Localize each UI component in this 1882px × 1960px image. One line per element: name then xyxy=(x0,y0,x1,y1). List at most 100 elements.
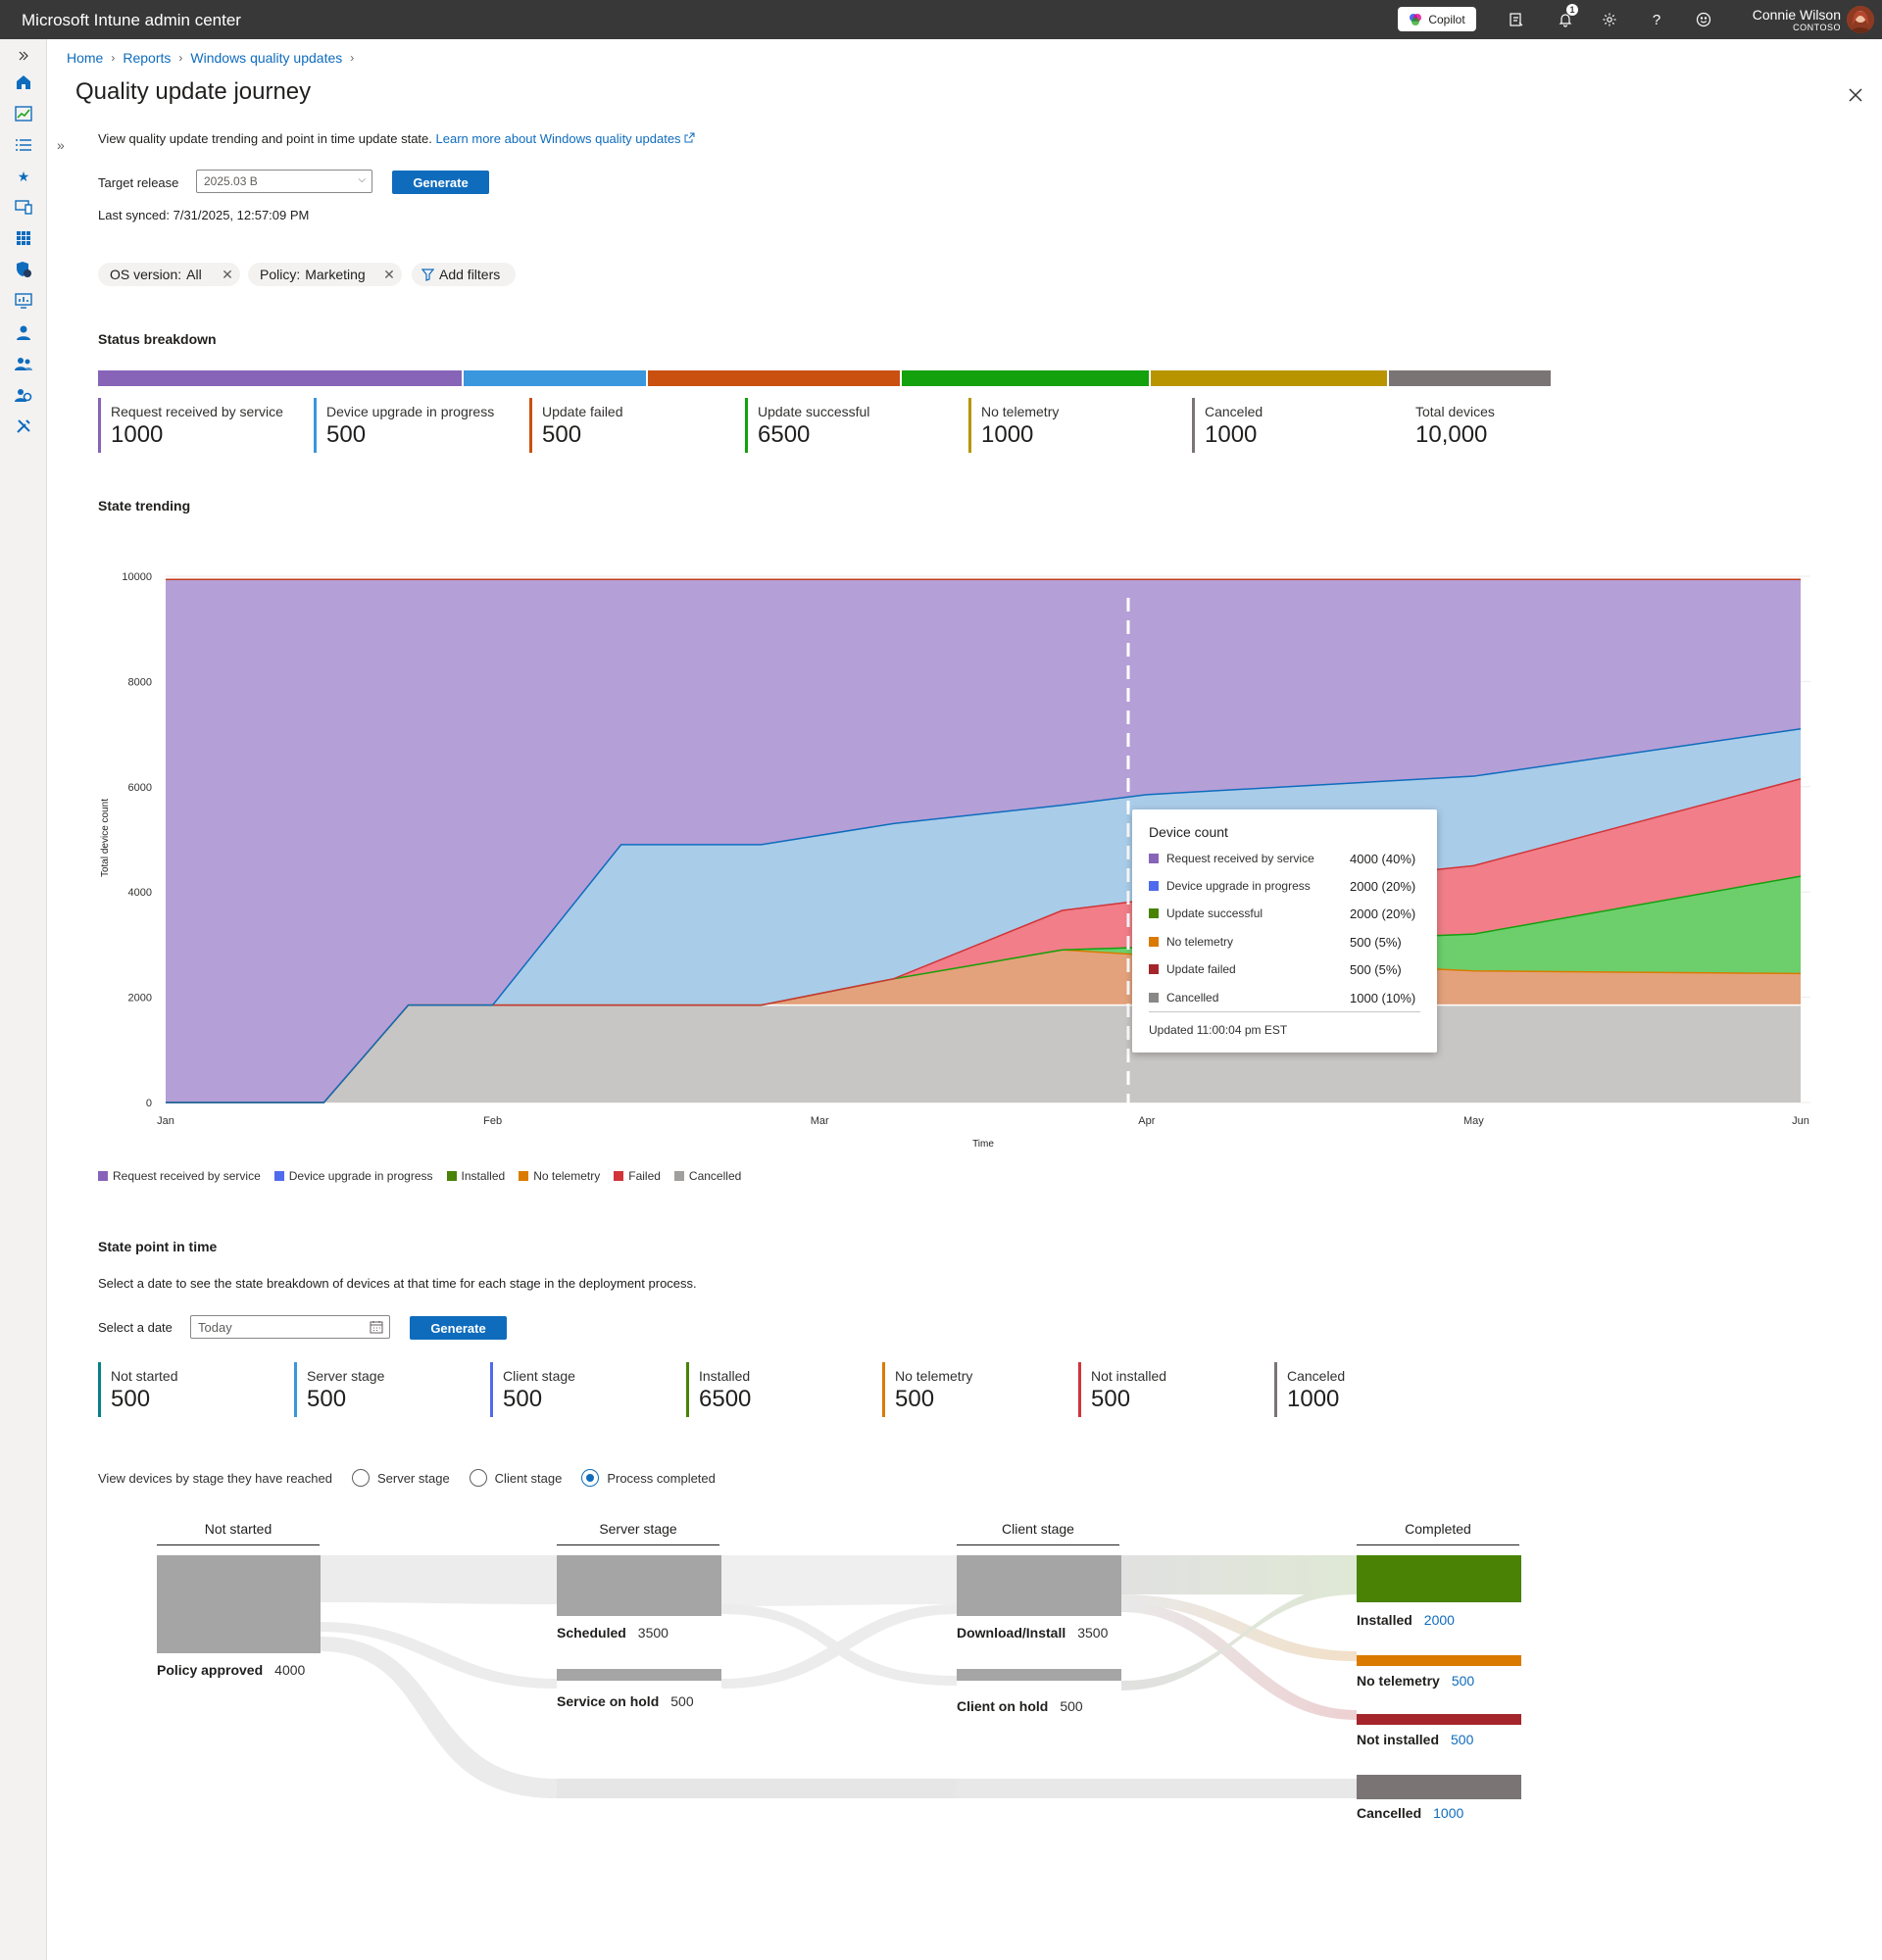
tenant-admin-icon[interactable] xyxy=(12,384,35,406)
tooltip-swatch xyxy=(1149,854,1159,863)
legend-label: Device upgrade in progress xyxy=(288,1169,433,1183)
close-icon[interactable] xyxy=(1845,84,1866,106)
groups-icon[interactable] xyxy=(12,353,35,374)
policy-filter-pill[interactable]: Policy: Marketing xyxy=(248,263,376,286)
reports-icon[interactable] xyxy=(12,290,35,312)
installed-count-link[interactable]: 2000 xyxy=(1424,1612,1455,1628)
home-icon[interactable] xyxy=(12,72,35,93)
area-series-cancelled[interactable] xyxy=(166,1004,1801,1102)
stat-upgrade-in-progress: Device upgrade in progress 500 xyxy=(314,398,494,453)
x-tick-label: Jan xyxy=(157,1115,174,1127)
pit-stat-not-started: Not started 500 xyxy=(98,1362,177,1417)
radio-client-stage[interactable]: Client stage xyxy=(469,1469,563,1487)
dashboard-icon[interactable] xyxy=(12,103,35,124)
remove-os-filter-icon[interactable]: ✕ xyxy=(215,263,240,286)
sankey-link-policy-to-scheduled xyxy=(321,1555,557,1604)
user-name[interactable]: Connie Wilson xyxy=(1725,7,1841,23)
sankey-label-not-installed: Not installed 500 xyxy=(1357,1732,1474,1747)
tooltip-value: 500 (5%) xyxy=(1350,934,1402,950)
settings-icon[interactable] xyxy=(1598,8,1621,31)
stat-label: No telemetry xyxy=(981,404,1060,419)
x-axis-label: Time xyxy=(972,1139,994,1150)
generate-button[interactable]: Generate xyxy=(392,171,489,194)
legend-item[interactable]: Installed xyxy=(446,1169,505,1183)
tooltip-footer: Updated 11:00:04 pm EST xyxy=(1149,1023,1288,1037)
tooltip-label: Device upgrade in progress xyxy=(1166,879,1311,893)
tooltip-label: Update successful xyxy=(1166,906,1263,920)
x-tick-label: Apr xyxy=(1138,1115,1155,1127)
favorites-icon[interactable]: ★ xyxy=(12,166,35,187)
breadcrumb: Home › Reports › Windows quality updates… xyxy=(67,50,354,66)
troubleshooting-icon[interactable] xyxy=(12,416,35,437)
sankey-node-scheduled[interactable] xyxy=(557,1555,721,1616)
sankey-node-no-telemetry[interactable] xyxy=(1357,1655,1521,1666)
breadcrumb-home[interactable]: Home xyxy=(67,50,103,66)
chart-tooltip: Device count Request received by service… xyxy=(1132,809,1437,1053)
date-picker-input[interactable]: Today xyxy=(190,1315,390,1339)
smiley-feedback-icon[interactable] xyxy=(1692,8,1715,31)
pit-stat-canceled: Canceled 1000 xyxy=(1274,1362,1345,1417)
tooltip-swatch xyxy=(1149,993,1159,1003)
cancelled-count-link[interactable]: 1000 xyxy=(1433,1805,1463,1821)
select-date-label: Select a date xyxy=(98,1320,173,1335)
sankey-node-client-on-hold[interactable] xyxy=(957,1669,1121,1681)
all-services-icon[interactable] xyxy=(12,134,35,156)
radio-process-completed[interactable]: Process completed xyxy=(581,1469,716,1487)
stat-label: Not installed xyxy=(1091,1368,1167,1384)
learn-more-link[interactable]: Learn more about Windows quality updates xyxy=(436,131,696,146)
os-version-filter-pill[interactable]: OS version: All xyxy=(98,263,215,286)
legend-item[interactable]: Request received by service xyxy=(98,1169,261,1183)
sankey-link-download-to-no-telemetry xyxy=(1121,1594,1357,1661)
apps-icon[interactable] xyxy=(12,227,35,249)
status-breakdown-bar xyxy=(98,370,1555,386)
radio-server-stage[interactable]: Server stage xyxy=(351,1469,450,1487)
breadcrumb-windows-quality-updates[interactable]: Windows quality updates xyxy=(190,50,342,66)
avatar[interactable] xyxy=(1847,6,1874,33)
breadcrumb-reports[interactable]: Reports xyxy=(123,50,171,66)
copilot-label: Copilot xyxy=(1428,12,1465,26)
sankey-label-download-install: Download/Install 3500 xyxy=(957,1625,1109,1641)
pit-stat-installed: Installed 6500 xyxy=(686,1362,751,1417)
target-release-dropdown[interactable]: 2025.03 B ⌵ xyxy=(196,170,372,193)
expand-nav-icon[interactable] xyxy=(12,45,35,67)
intro-description: View quality update trending and point i… xyxy=(98,131,432,146)
sankey-node-not-installed[interactable] xyxy=(1357,1714,1521,1725)
help-icon[interactable]: ? xyxy=(1645,8,1668,31)
legend-item[interactable]: No telemetry xyxy=(519,1169,600,1183)
expand-panel-icon[interactable]: » xyxy=(57,137,65,153)
status-bar-segment-update-failed xyxy=(648,370,900,386)
sankey-node-download-install[interactable] xyxy=(957,1555,1121,1616)
policy-filter-value: Marketing xyxy=(305,267,366,282)
sankey-node-policy-approved[interactable] xyxy=(157,1555,321,1653)
feedback-hub-icon[interactable] xyxy=(1505,8,1528,31)
calendar-icon[interactable] xyxy=(370,1320,383,1334)
not-installed-count-link[interactable]: 500 xyxy=(1451,1732,1473,1747)
app-title[interactable]: Microsoft Intune admin center xyxy=(22,11,241,30)
stat-label: Total devices xyxy=(1415,404,1495,419)
radio-label: Client stage xyxy=(494,1470,563,1486)
stat-value: 500 xyxy=(1091,1386,1131,1412)
sankey-label-scheduled: Scheduled 3500 xyxy=(557,1625,669,1641)
sankey-node-cancelled[interactable] xyxy=(1357,1775,1521,1799)
generate-point-in-time-button[interactable]: Generate xyxy=(410,1316,507,1340)
sankey-node-installed[interactable] xyxy=(1357,1555,1521,1602)
stat-update-failed: Update failed 500 xyxy=(529,398,623,453)
legend-item[interactable]: Failed xyxy=(614,1169,661,1183)
copilot-button[interactable]: Copilot xyxy=(1398,7,1476,31)
tooltip-row: Request received by service 4000 (40%) xyxy=(1149,849,1420,868)
users-icon[interactable] xyxy=(12,321,35,343)
legend-swatch xyxy=(273,1171,284,1181)
tooltip-title: Device count xyxy=(1149,824,1228,840)
stat-value: 1000 xyxy=(1287,1386,1340,1412)
sankey-node-service-on-hold[interactable] xyxy=(557,1669,721,1681)
legend-item[interactable]: Device upgrade in progress xyxy=(273,1169,433,1183)
no-telemetry-count-link[interactable]: 500 xyxy=(1452,1673,1474,1689)
radio-indicator xyxy=(469,1469,487,1487)
endpoint-security-icon[interactable] xyxy=(12,259,35,280)
add-filters-button[interactable]: Add filters xyxy=(412,263,516,286)
date-picker-placeholder: Today xyxy=(198,1320,232,1335)
devices-icon[interactable] xyxy=(12,196,35,218)
pit-stat-no-telemetry: No telemetry 500 xyxy=(882,1362,972,1417)
remove-policy-filter-icon[interactable]: ✕ xyxy=(376,263,402,286)
legend-item[interactable]: Cancelled xyxy=(673,1169,741,1183)
